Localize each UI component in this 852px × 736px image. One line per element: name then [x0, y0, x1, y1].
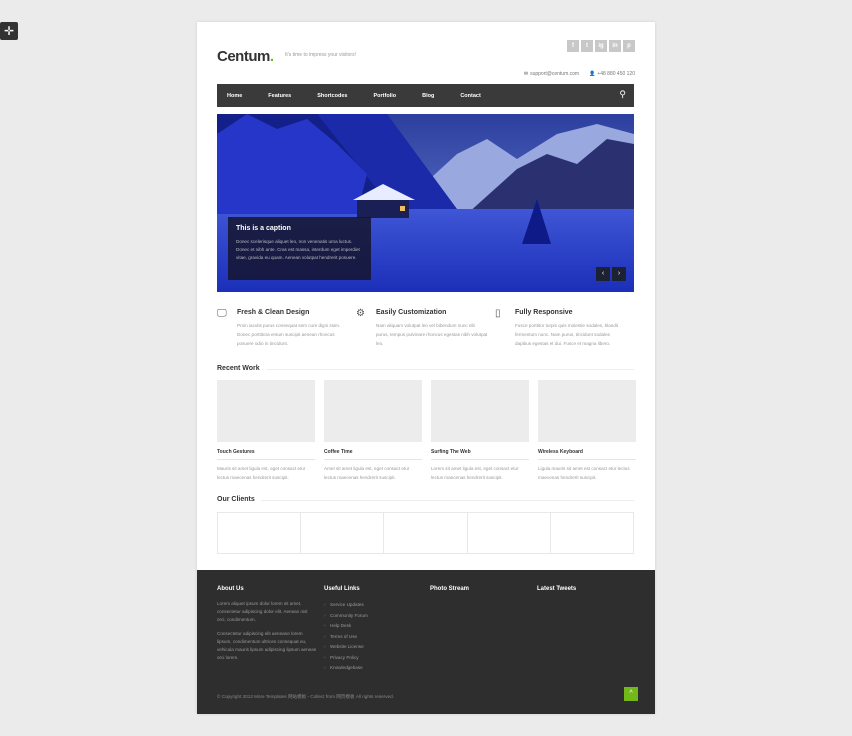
- feature-title: Fresh & Clean Design: [237, 309, 310, 316]
- nav-blog[interactable]: Blog: [422, 93, 434, 99]
- feature-item: ⚙ Easily Customization Nam aliquam volut…: [356, 309, 495, 348]
- work-title[interactable]: Surfing The Web: [431, 449, 529, 460]
- feature-text: Fusce porttitor turpis quis molestie sod…: [515, 323, 619, 346]
- client-logo[interactable]: [551, 513, 633, 553]
- back-to-top-button[interactable]: ^: [624, 687, 638, 701]
- footer-link[interactable]: Community Forum: [324, 611, 424, 622]
- footer-about: About Us Lorem aliquet ipsum dolor lorem…: [217, 586, 317, 668]
- footer-photos-title: Photo Stream: [430, 586, 470, 592]
- footer-about-text: Consectetur adipiscing elit aeneane lore…: [217, 631, 317, 660]
- email-contact[interactable]: ✉ support@centum.com: [524, 71, 579, 77]
- work-thumbnail[interactable]: [324, 380, 422, 442]
- user-icon: 👤: [589, 71, 596, 77]
- clients-title: Our Clients: [217, 496, 255, 503]
- features-row: 🖵 Fresh & Clean Design Proin iaculis pur…: [217, 309, 634, 348]
- feature-text: Nam aliquam volutpat leo vel bibendum nu…: [376, 323, 488, 346]
- nav-contact[interactable]: Contact: [460, 93, 480, 99]
- work-item[interactable]: Wireless Keyboard Ligula mauris sit amet…: [538, 380, 636, 482]
- feature-title: Easily Customization: [376, 309, 447, 316]
- tagline: It's time to impress your visitors!: [285, 52, 356, 58]
- chevron-left-icon[interactable]: ‹: [596, 267, 610, 281]
- pinterest-icon[interactable]: p: [623, 40, 635, 52]
- logo[interactable]: Centum.: [217, 48, 274, 65]
- slide-caption: This is a caption Donec scelerisque aliq…: [228, 217, 371, 280]
- work-thumbnail[interactable]: [217, 380, 315, 442]
- footer-tweets-title: Latest Tweets: [537, 586, 577, 592]
- footer-link[interactable]: Terms of Use: [324, 632, 424, 643]
- caption-text: Donec scelerisque aliquet leo, non venen…: [236, 239, 360, 260]
- work-item[interactable]: Coffee Time Amet sit amet ligula est, eg…: [324, 380, 422, 482]
- footer-tweets: Latest Tweets: [537, 586, 637, 600]
- footer-links-title: Useful Links: [324, 586, 360, 592]
- monitor-icon: 🖵: [217, 308, 227, 319]
- facebook-icon[interactable]: f: [567, 40, 579, 52]
- client-logo[interactable]: [384, 513, 468, 553]
- page: Centum. It's time to impress your visito…: [197, 22, 655, 714]
- work-title[interactable]: Touch Gestures: [217, 449, 315, 460]
- feature-text: Proin iaculis purus consequat sem cure d…: [237, 323, 341, 346]
- clients-carousel: [217, 512, 634, 554]
- nav-home[interactable]: Home: [227, 93, 242, 99]
- divider: [267, 369, 634, 370]
- social-icons: f t ig in p: [567, 40, 635, 52]
- search-icon[interactable]: ⚲: [619, 90, 626, 99]
- phone-contact: 👤 +48 880 450 120: [589, 71, 635, 77]
- twitter-icon[interactable]: t: [581, 40, 593, 52]
- main-nav: Home Features Shortcodes Portfolio Blog …: [217, 84, 634, 107]
- work-text: Ligula mauris sit amet est consact etur …: [538, 466, 630, 480]
- linkedin-icon[interactable]: in: [609, 40, 621, 52]
- hero-slider[interactable]: This is a caption Donec scelerisque aliq…: [217, 114, 634, 292]
- client-logo[interactable]: [301, 513, 385, 553]
- nav-shortcodes[interactable]: Shortcodes: [317, 93, 347, 99]
- envelope-icon: ✉: [523, 71, 529, 77]
- nav-features[interactable]: Features: [268, 93, 291, 99]
- work-thumbnail[interactable]: [538, 380, 636, 442]
- work-text: Mauris sit amet ligula est, eget consact…: [217, 466, 306, 480]
- footer-about-text: Lorem aliquet ipsum dolor lorem sit amet…: [217, 601, 308, 622]
- gear-icon: ⚙: [356, 308, 365, 319]
- nav-portfolio[interactable]: Portfolio: [373, 93, 396, 99]
- feature-item: 🖵 Fresh & Clean Design Proin iaculis pur…: [217, 309, 356, 348]
- footer-link[interactable]: Knowledgebase: [324, 663, 424, 674]
- footer-link[interactable]: Privacy Policy: [324, 653, 424, 664]
- footer-about-title: About Us: [217, 586, 244, 592]
- client-logo[interactable]: [468, 513, 551, 553]
- footer-links: Useful Links Service Updates Community F…: [324, 586, 424, 674]
- footer-link[interactable]: Service Updates: [324, 600, 424, 611]
- work-thumbnail[interactable]: [431, 380, 529, 442]
- copyright: © Copyright 2013 More Templates 网站模板 - C…: [217, 694, 394, 699]
- chevron-right-icon[interactable]: ›: [612, 267, 626, 281]
- contact-info: ✉ support@centum.com 👤 +48 880 450 120: [524, 71, 635, 77]
- feature-item: ▯ Fully Responsive Fusce porttitor turpi…: [495, 309, 634, 348]
- recent-work-grid: Touch Gestures Mauris sit amet ligula es…: [217, 380, 636, 482]
- client-logo[interactable]: [218, 513, 302, 553]
- footer-photos: Photo Stream: [430, 586, 530, 600]
- feature-title: Fully Responsive: [515, 309, 573, 316]
- recent-work-title: Recent Work: [217, 365, 260, 372]
- work-title[interactable]: Wireless Keyboard: [538, 449, 636, 460]
- slider-arrows: ‹ ›: [596, 267, 626, 281]
- instagram-icon[interactable]: ig: [595, 40, 607, 52]
- work-item[interactable]: Surfing The Web Lorem sit amet ligula es…: [431, 380, 529, 482]
- footer-link[interactable]: Help Desk: [324, 621, 424, 632]
- footer-link[interactable]: Website License: [324, 642, 424, 653]
- caption-title: This is a caption: [236, 225, 291, 232]
- work-text: Lorem sit amet ligula est, eget consact …: [431, 466, 519, 480]
- work-item[interactable]: Touch Gestures Mauris sit amet ligula es…: [217, 380, 315, 482]
- move-handle-icon[interactable]: ✛: [0, 22, 18, 40]
- footer: About Us Lorem aliquet ipsum dolor lorem…: [197, 570, 655, 714]
- work-title[interactable]: Coffee Time: [324, 449, 422, 460]
- phone-icon: ▯: [495, 308, 501, 319]
- divider: [261, 500, 634, 501]
- work-text: Amet sit amet ligula est, eget consact e…: [324, 466, 410, 480]
